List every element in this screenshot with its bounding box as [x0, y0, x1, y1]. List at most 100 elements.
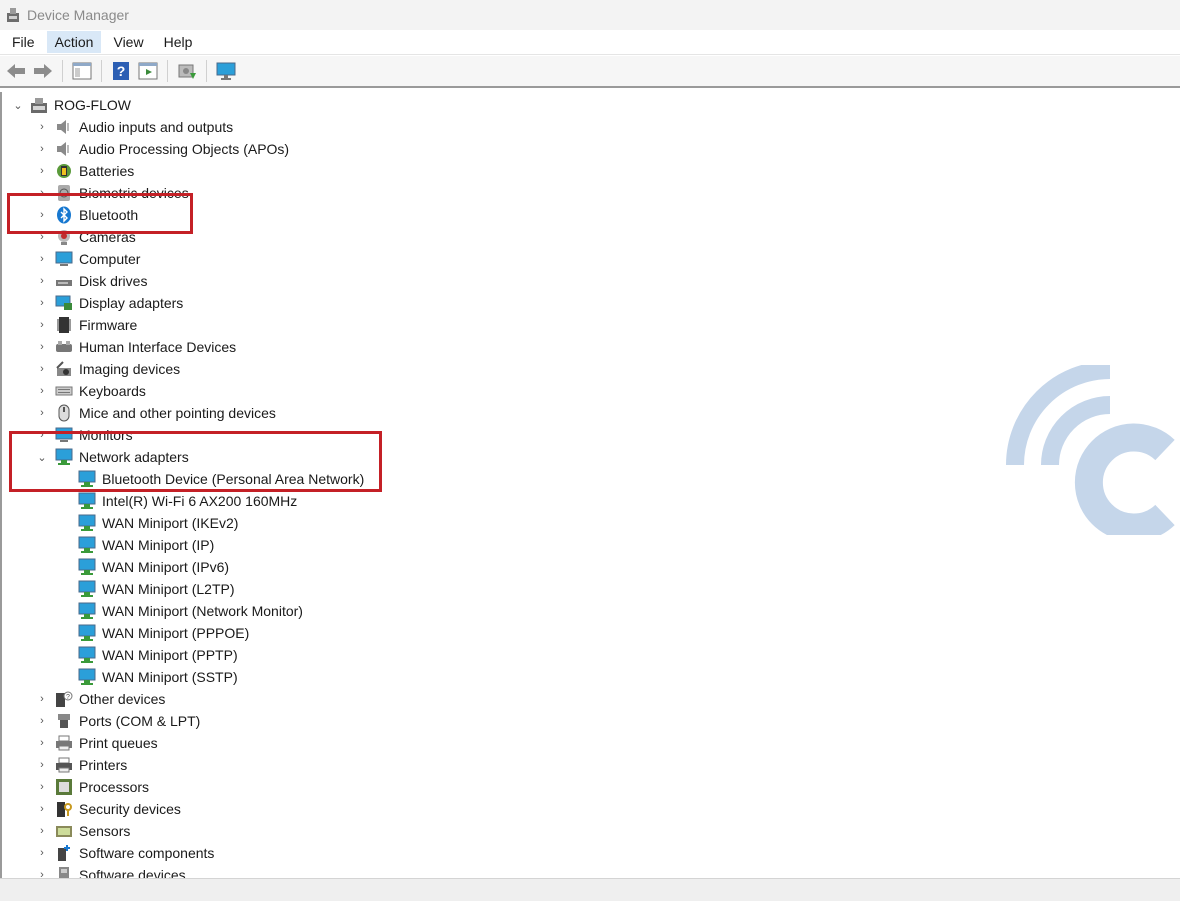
tree-category[interactable]: › Human Interface Devices: [36, 336, 236, 358]
tree-device-label: WAN Miniport (IKEv2): [102, 515, 239, 531]
chevron-right-icon[interactable]: ›: [36, 407, 48, 419]
sensor-icon: [56, 826, 72, 837]
chevron-right-icon[interactable]: ›: [36, 319, 48, 331]
tree-device[interactable]: WAN Miniport (PPTP): [78, 644, 238, 666]
tree-device-label: WAN Miniport (L2TP): [102, 581, 235, 597]
tree-category-label: Mice and other pointing devices: [79, 405, 276, 421]
tree-device[interactable]: WAN Miniport (IP): [78, 534, 214, 556]
chevron-right-icon[interactable]: ›: [36, 341, 48, 353]
menu-action[interactable]: Action: [46, 31, 102, 53]
tree-category-label: Imaging devices: [79, 361, 181, 377]
properties-pane-icon[interactable]: [71, 60, 93, 82]
chevron-right-icon[interactable]: ›: [36, 165, 48, 177]
tree-category-label: Ports (COM & LPT): [79, 713, 201, 729]
tree-device-label: WAN Miniport (SSTP): [102, 669, 238, 685]
tree-category[interactable]: › Ports (COM & LPT): [36, 710, 200, 732]
port-icon: [58, 714, 70, 728]
tree-device[interactable]: WAN Miniport (L2TP): [78, 578, 235, 600]
tree-category[interactable]: › Disk drives: [36, 270, 147, 292]
status-bar: [0, 878, 1180, 901]
tree-category[interactable]: › Audio inputs and outputs: [36, 116, 233, 138]
toolbar-separator: [101, 60, 102, 82]
tree-device[interactable]: WAN Miniport (SSTP): [78, 666, 238, 688]
tree-category[interactable]: › Security devices: [36, 798, 181, 820]
keyboard-icon: [55, 386, 73, 396]
tree-category[interactable]: › Software components: [36, 842, 214, 864]
chevron-right-icon[interactable]: ›: [36, 825, 48, 837]
action-pane-icon[interactable]: [137, 60, 159, 82]
tree-category[interactable]: › Display adapters: [36, 292, 183, 314]
menu-help[interactable]: Help: [156, 31, 201, 53]
tree-category[interactable]: › Keyboards: [36, 380, 146, 402]
forward-arrow-icon[interactable]: [32, 60, 54, 82]
computer-root-icon: [31, 98, 47, 113]
processor-icon: [56, 779, 72, 795]
speaker-icon: [57, 120, 69, 134]
menu-view[interactable]: View: [105, 31, 151, 53]
chevron-right-icon[interactable]: ›: [36, 781, 48, 793]
tree-device[interactable]: WAN Miniport (IKEv2): [78, 512, 238, 534]
tree-device-label: WAN Miniport (PPPOE): [102, 625, 250, 641]
tree-category[interactable]: › ? Other devices: [36, 688, 165, 710]
tree-device[interactable]: WAN Miniport (Network Monitor): [78, 600, 303, 622]
chevron-right-icon[interactable]: ›: [36, 693, 48, 705]
tree-root[interactable]: ⌄ ROG-FLOW: [12, 94, 131, 116]
chevron-right-icon[interactable]: ›: [36, 847, 48, 859]
tree-category[interactable]: › Print queues: [36, 732, 158, 754]
device-manager-icon: [7, 8, 19, 22]
tree-category-label: Security devices: [79, 801, 181, 817]
highlight-box-network-adapters: [9, 431, 382, 492]
chevron-right-icon[interactable]: ›: [36, 275, 48, 287]
help-icon[interactable]: ?: [110, 60, 132, 82]
tree-category[interactable]: › Firmware: [36, 314, 137, 336]
tree-device[interactable]: WAN Miniport (IPv6): [78, 556, 229, 578]
menu-bar: File Action View Help: [0, 30, 1180, 55]
security-device-icon: [57, 802, 72, 817]
network-adapter-icon: [78, 602, 96, 619]
chevron-right-icon[interactable]: ›: [36, 759, 48, 771]
chevron-right-icon[interactable]: ›: [36, 121, 48, 133]
tree-category-label: Other devices: [79, 691, 166, 707]
highlight-box-bluetooth: [7, 193, 193, 234]
chevron-right-icon[interactable]: ›: [36, 253, 48, 265]
network-adapter-icon: [78, 646, 96, 663]
unknown-device-icon: ?: [56, 691, 73, 707]
chevron-down-icon[interactable]: ⌄: [12, 99, 24, 112]
tree-category-label: Human Interface Devices: [79, 339, 237, 355]
chevron-right-icon[interactable]: ›: [36, 385, 48, 397]
tree-category[interactable]: › Sensors: [36, 820, 130, 842]
tree-device-label: WAN Miniport (Network Monitor): [102, 603, 303, 619]
chevron-right-icon[interactable]: ›: [36, 803, 48, 815]
chevron-right-icon[interactable]: ›: [36, 363, 48, 375]
tree-category[interactable]: › Mice and other pointing devices: [36, 402, 276, 424]
display-adapter-icon: [55, 295, 72, 310]
update-driver-icon[interactable]: [176, 60, 198, 82]
tree-device-label: WAN Miniport (IP): [102, 537, 215, 553]
toolbar-separator: [167, 60, 168, 82]
tree-category[interactable]: › Imaging devices: [36, 358, 180, 380]
toolbar-separator: [206, 60, 207, 82]
tree-device[interactable]: WAN Miniport (PPPOE): [78, 622, 249, 644]
watermark-logo: [1006, 365, 1175, 535]
tree-root-label: ROG-FLOW: [54, 97, 131, 113]
chevron-right-icon[interactable]: ›: [36, 737, 48, 749]
tree-device-label: Intel(R) Wi-Fi 6 AX200 160MHz: [102, 493, 298, 509]
tree-device-label: WAN Miniport (PPTP): [102, 647, 238, 663]
tree-category[interactable]: › Printers: [36, 754, 127, 776]
tree-category-label: Processors: [79, 779, 150, 795]
chevron-right-icon[interactable]: ›: [36, 297, 48, 309]
mouse-icon: [58, 404, 70, 422]
tree-category-label: Print queues: [79, 735, 158, 751]
chevron-right-icon[interactable]: ›: [36, 715, 48, 727]
tree-category[interactable]: › Audio Processing Objects (APOs): [36, 138, 289, 160]
chevron-right-icon[interactable]: ›: [36, 143, 48, 155]
back-arrow-icon[interactable]: [5, 60, 27, 82]
tree-category-label: Audio Processing Objects (APOs): [79, 141, 290, 157]
tree-category[interactable]: › Computer: [36, 248, 140, 270]
tree-category-label: Firmware: [79, 317, 138, 333]
tree-category[interactable]: › Batteries: [36, 160, 134, 182]
tree-device[interactable]: Intel(R) Wi-Fi 6 AX200 160MHz: [78, 490, 297, 512]
menu-file[interactable]: File: [4, 31, 43, 53]
tree-category[interactable]: › Processors: [36, 776, 149, 798]
monitor-scan-icon[interactable]: [215, 60, 237, 82]
